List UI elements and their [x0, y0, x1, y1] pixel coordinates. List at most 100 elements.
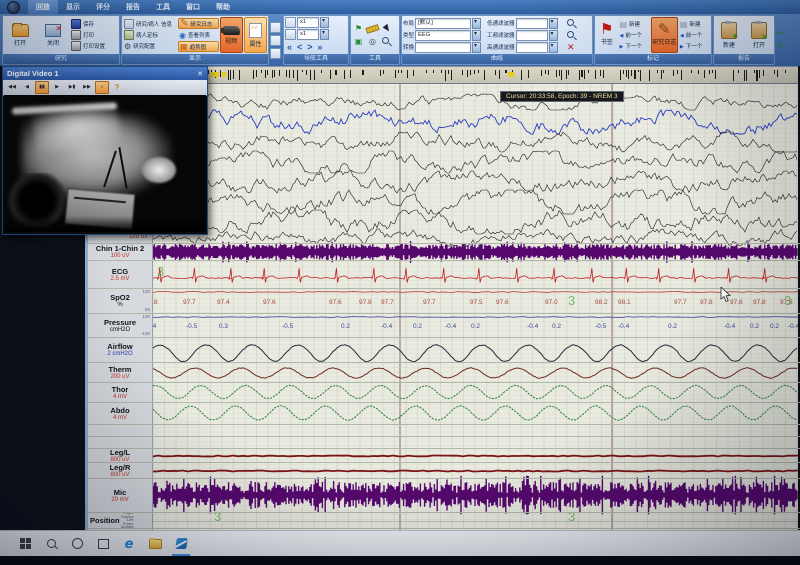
marker-new-button[interactable]: 新建 [618, 19, 649, 29]
help-button[interactable]: ? [110, 81, 124, 94]
log-next-button[interactable]: 下一个 [679, 41, 710, 51]
zoom-tool-button[interactable] [380, 36, 393, 48]
open-button[interactable]: 打开 [4, 17, 36, 53]
taskbar-active-app-button[interactable] [168, 531, 194, 556]
channel-label-4[interactable]: Airflow2 cmH2O [88, 337, 152, 362]
play-speed-dropdown[interactable] [320, 29, 329, 40]
channel-label-9[interactable]: Leg/R800 uV [88, 462, 152, 478]
trend-button[interactable]: 趋势图 [178, 41, 219, 52]
play-speed-icon[interactable] [285, 29, 296, 40]
binocular-tool-button[interactable] [366, 36, 379, 48]
channel-label-10[interactable]: Mic20 mV [88, 478, 152, 512]
flag-tool-button[interactable] [352, 23, 365, 35]
audio-button[interactable]: ♪ [95, 81, 109, 94]
zoom-in-button[interactable] [567, 19, 577, 29]
taskbar-edge-button[interactable] [116, 531, 142, 556]
channel-label-3[interactable]: PressurecmH2O100-100 [88, 313, 152, 337]
lowpass-field[interactable] [516, 18, 548, 29]
page-speed-icon[interactable] [285, 17, 296, 28]
play-speed-value[interactable]: x1 [297, 29, 319, 40]
print-button[interactable]: 打印 [70, 30, 106, 40]
study-log-big-button[interactable]: 研究日志 [651, 17, 678, 53]
menu-tab-4[interactable]: 报告 [118, 0, 148, 14]
taskbar-task-view-button[interactable] [90, 531, 116, 556]
print-setup-button[interactable]: 打印设置 [70, 41, 106, 51]
layout-field[interactable]: [默认] [415, 18, 471, 29]
type-field[interactable]: EEG [415, 30, 471, 41]
menu-tab-2[interactable]: 显示 [58, 0, 88, 14]
step-back-button[interactable]: ◀ [20, 81, 34, 94]
layout-dropdown[interactable] [472, 18, 481, 29]
transform-field[interactable] [415, 42, 471, 53]
zoom-out-button[interactable] [567, 31, 577, 41]
clear-filter-button[interactable] [567, 43, 577, 52]
log-prev-button[interactable]: 前一个 [679, 30, 710, 40]
page-speed-dropdown[interactable] [320, 17, 329, 28]
taskbar-file-explorer-button[interactable] [142, 531, 168, 556]
lowpass-dropdown[interactable] [549, 18, 558, 29]
menu-tab-6[interactable]: 窗口 [178, 0, 208, 14]
channel-label-2[interactable]: SpO2%10050 [88, 288, 152, 313]
quick-icon-3[interactable] [270, 48, 281, 59]
transform-dropdown[interactable] [472, 42, 481, 53]
taskbar-cortana-button[interactable] [64, 531, 90, 556]
marker-prev-button[interactable]: 前一个 [618, 30, 649, 40]
view-list-button[interactable]: 查看列表 [178, 30, 219, 40]
video-window-titlebar[interactable]: Digital Video 1 ✕ [3, 67, 207, 80]
taskbar-search-button[interactable] [38, 531, 64, 556]
highpass-dropdown[interactable] [549, 42, 558, 53]
quick-icon-2[interactable] [270, 35, 281, 46]
channel-label-0[interactable]: Chin 1-Chin 2100 uV [88, 243, 152, 260]
report-open-button[interactable]: 打开 [746, 17, 772, 53]
video-close-icon[interactable]: ✕ [197, 70, 203, 78]
properties-button[interactable]: 属性 [244, 17, 267, 53]
notch-dropdown[interactable] [549, 30, 558, 41]
notch-field[interactable] [516, 30, 548, 41]
channel-label-8[interactable]: Leg/L800 uV [88, 448, 152, 462]
menu-tab-7[interactable]: 帮助 [208, 0, 238, 14]
channel-label-5[interactable]: Therm200 uV [88, 362, 152, 382]
study-log-button[interactable]: 研究日志 [178, 18, 219, 29]
quick-icon-1[interactable] [270, 22, 281, 33]
go-forward-button[interactable]: > [305, 42, 314, 52]
channel-label-7[interactable]: Abdo4 mV [88, 402, 152, 424]
go-first-button[interactable]: « [285, 42, 294, 52]
log-new-button[interactable]: 新建 [679, 19, 710, 29]
close-button[interactable]: 关闭 [37, 17, 69, 53]
redo-icon[interactable] [776, 42, 790, 51]
pause-button[interactable]: ▮▮ [35, 81, 49, 94]
patient-calibration-button[interactable]: 病人定标 [123, 30, 177, 40]
save-button[interactable]: 保存 [70, 19, 106, 29]
channel-label-6[interactable]: Thor4 mV [88, 382, 152, 402]
go-back-button[interactable]: < [295, 42, 304, 52]
menu-tab-1[interactable]: 回放 [28, 0, 58, 14]
page-speed-value[interactable]: x1 [297, 17, 319, 28]
type-dropdown[interactable] [472, 30, 481, 41]
play-button[interactable]: ▶ [50, 81, 64, 94]
rewind-button[interactable]: ◀◀ [5, 81, 19, 94]
pointer-tool-button[interactable] [380, 23, 393, 35]
channel-label-11[interactable]: PositionRightSupineLeftProneUpright [88, 512, 152, 528]
taskbar-start-button[interactable] [12, 531, 38, 556]
menu-tab-5[interactable]: 工具 [148, 0, 178, 14]
app-button[interactable] [7, 1, 20, 14]
bookmark-button[interactable]: 书签 [596, 17, 617, 53]
patient-info-button[interactable]: 研究/病人 信息 [123, 19, 177, 29]
epoch-stage-label: 3 [784, 293, 791, 308]
trace-area[interactable]: Cursor: 20:33:58, Epoch: 39 - NREM 3 97.… [153, 84, 798, 530]
step-forward-button[interactable]: ▶▮ [65, 81, 79, 94]
video-button[interactable]: 视频 [220, 17, 243, 53]
menu-tab-3[interactable]: 评分 [88, 0, 118, 14]
undo-icon[interactable] [776, 30, 790, 39]
fast-forward-button[interactable]: ▶▶ [80, 81, 94, 94]
marker-next-button[interactable]: 下一个 [618, 41, 649, 51]
digital-video-window[interactable]: Digital Video 1 ✕ ◀◀◀▮▮▶▶▮▶▶♪? [2, 66, 208, 235]
highpass-field[interactable] [516, 42, 548, 53]
print-setup-icon [71, 41, 81, 51]
ruler-tool-button[interactable] [366, 23, 379, 35]
marker-tool-button[interactable] [352, 36, 365, 48]
study-config-button[interactable]: 研究配置 [123, 41, 177, 51]
channel-label-1[interactable]: ECG2.5 mV [88, 260, 152, 288]
report-new-button[interactable]: 新建 [716, 17, 742, 53]
go-last-button[interactable]: » [316, 42, 325, 52]
